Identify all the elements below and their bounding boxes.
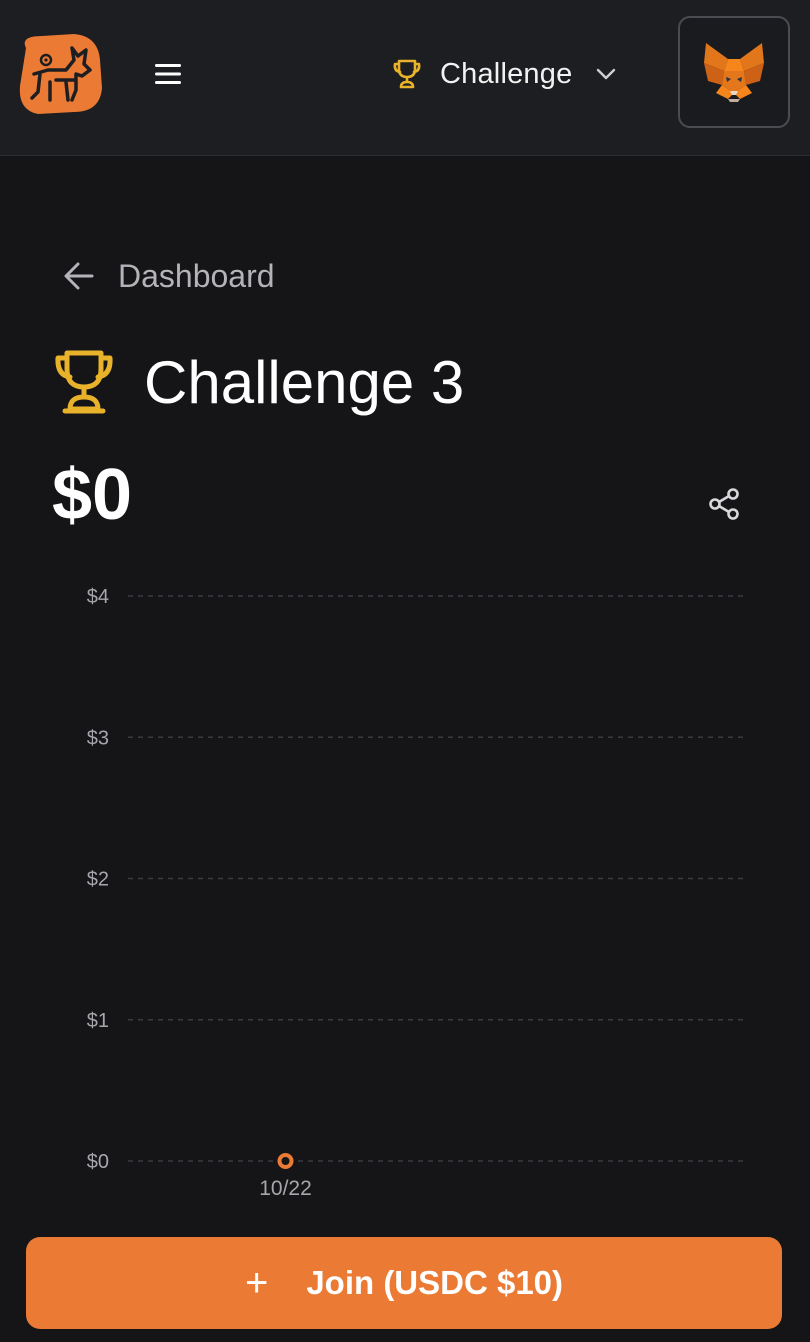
wallet-button[interactable] bbox=[678, 16, 790, 128]
menu-button[interactable] bbox=[150, 56, 186, 92]
back-to-dashboard-link[interactable]: Dashboard bbox=[62, 252, 275, 300]
y-tick-label: $3 bbox=[87, 727, 109, 749]
breadcrumb-label: Dashboard bbox=[118, 257, 275, 294]
y-tick-label: $2 bbox=[87, 869, 109, 891]
join-button-label: Join (USDC $10) bbox=[306, 1264, 564, 1301]
mode-label: Challenge bbox=[440, 57, 573, 90]
join-challenge-button[interactable]: + Join (USDC $10) bbox=[26, 1237, 782, 1329]
plus-icon: + bbox=[244, 1261, 269, 1305]
share-icon bbox=[709, 488, 739, 520]
trophy-icon bbox=[55, 350, 113, 414]
chevron-down-icon bbox=[597, 68, 616, 80]
x-tick-label: 10/22 bbox=[259, 1177, 312, 1200]
mode-selector[interactable]: Challenge bbox=[390, 50, 640, 98]
metamask-fox-icon bbox=[704, 43, 764, 102]
hamburger-menu-icon bbox=[155, 64, 181, 84]
share-button[interactable] bbox=[704, 484, 744, 524]
y-tick-label: $0 bbox=[87, 1151, 109, 1173]
balance-value: $0 bbox=[52, 455, 133, 535]
app-logo-icon[interactable] bbox=[16, 30, 104, 116]
top-navigation-bar: Challenge bbox=[0, 0, 810, 156]
y-tick-label: $1 bbox=[87, 1010, 109, 1032]
page-title-row: Challenge 3 bbox=[52, 342, 464, 422]
y-tick-label: $4 bbox=[87, 586, 109, 608]
balance-chart: $0 $1 $2 $3 $4 10/22 bbox=[87, 586, 745, 1200]
arrow-left-icon bbox=[64, 262, 94, 290]
trophy-icon bbox=[393, 59, 421, 89]
data-point[interactable] bbox=[277, 1153, 294, 1169]
page-title: Challenge 3 bbox=[144, 348, 465, 416]
